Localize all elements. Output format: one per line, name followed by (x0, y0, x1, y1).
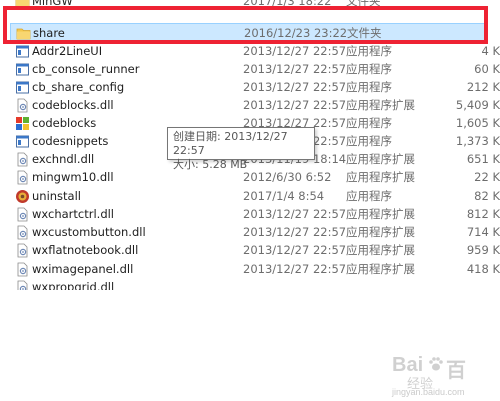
file-type: 应用程序 (346, 62, 392, 76)
file-name: MinGW (32, 0, 73, 8)
dll-icon (15, 225, 30, 240)
tooltip-created-date: 创建日期: 2013/12/27 22:57 (173, 130, 288, 157)
file-name: wxflatnotebook.dll (32, 243, 139, 257)
file-name: codeblocks (32, 116, 97, 130)
file-name: wximagepanel.dll (32, 262, 134, 276)
app-window-icon (15, 44, 30, 59)
file-row[interactable]: uninstall 2017/1/4 8:54 应用程序 82 K (10, 187, 500, 206)
file-size: 1,373 K (455, 134, 500, 148)
dll-icon (15, 207, 30, 222)
file-row[interactable]: wxpropgrid.dll (10, 278, 500, 290)
dll-icon (15, 243, 30, 258)
file-name: wxchartctrl.dll (32, 207, 115, 221)
file-date: 2013/12/27 22:57 (243, 225, 347, 239)
folder-icon (15, 0, 30, 9)
file-row[interactable]: cb_share_config 2013/12/27 22:57 应用程序 212 K (10, 78, 500, 97)
file-date: 2013/12/27 22:57 (243, 243, 347, 257)
uninstall-icon (15, 189, 30, 204)
file-date: 2016/12/23 23:22 (244, 26, 348, 40)
file-name: cb_share_config (32, 80, 125, 94)
app-window-icon (15, 62, 30, 77)
file-size: 714 K (466, 225, 500, 239)
dll-icon (15, 170, 30, 185)
file-name: share (33, 26, 65, 40)
file-size: 212 K (466, 80, 500, 94)
file-date: 2013/12/27 22:57 (243, 80, 347, 94)
file-type: 文件夹 (347, 26, 382, 40)
file-date: 2013/12/27 22:57 (243, 62, 347, 76)
file-size: 4 K (481, 44, 500, 58)
file-size: 60 K (474, 62, 500, 76)
file-date: 2013/12/27 22:57 (243, 44, 347, 58)
file-size: 812 K (466, 207, 500, 221)
file-size: 5,409 K (455, 98, 500, 112)
file-type: 应用程序扩展 (346, 152, 415, 166)
file-type: 应用程序扩展 (346, 262, 415, 276)
file-type: 应用程序扩展 (346, 207, 415, 221)
file-row[interactable]: share 2016/12/23 23:22 文件夹 (10, 23, 485, 42)
file-type: 文件夹 (346, 0, 381, 8)
file-size: 22 K (474, 170, 500, 184)
file-size: 1,605 K (455, 116, 500, 130)
dll-icon (15, 98, 30, 113)
file-name: exchndl.dll (32, 152, 95, 166)
file-date: 2013/12/27 22:57 (243, 262, 347, 276)
file-type: 应用程序 (346, 116, 392, 130)
file-size: 959 K (466, 243, 500, 257)
file-type: 应用程序扩展 (346, 98, 415, 112)
file-size: 651 K (466, 152, 500, 166)
file-type: 应用程序扩展 (346, 170, 415, 184)
file-type: 应用程序 (346, 44, 392, 58)
app-window-icon (15, 80, 30, 95)
file-name: codesnippets (32, 134, 109, 148)
watermark-url: jingyan.baidu.com (392, 387, 465, 397)
file-row[interactable]: wxcustombutton.dll 2013/12/27 22:57 应用程序扩展… (10, 223, 500, 242)
folder-icon (16, 26, 31, 41)
file-row[interactable]: wxflatnotebook.dll 2013/12/27 22:57 应用程序扩展… (10, 241, 500, 260)
file-row[interactable]: wximagepanel.dll 2013/12/27 22:57 应用程序扩展 41… (10, 260, 500, 279)
file-name: Addr2LineUI (32, 44, 103, 58)
dll-icon (15, 280, 30, 290)
file-date: 2017/1/3 18:22 (243, 0, 332, 8)
file-row[interactable]: codeblocks.dll 2013/12/27 22:57 应用程序扩展 5,40… (10, 96, 500, 115)
dll-icon (15, 262, 30, 277)
file-size: 418 K (466, 262, 500, 276)
file-name: mingwm10.dll (32, 170, 114, 184)
file-date: 2013/12/27 22:57 (243, 98, 347, 112)
file-row[interactable]: wxchartctrl.dll 2013/12/27 22:57 应用程序扩展 812… (10, 205, 500, 224)
file-name: wxcustombutton.dll (32, 225, 146, 239)
file-type: 应用程序扩展 (346, 243, 415, 257)
file-size: 82 K (474, 189, 500, 203)
file-name: cb_console_runner (32, 62, 140, 76)
baidu-jingyan-watermark: Bai 百 经验 jingyan.baidu.com (380, 352, 498, 398)
file-row[interactable]: Addr2LineUI 2013/12/27 22:57 应用程序 4 K (10, 42, 500, 61)
paw-icon (429, 357, 443, 371)
file-name: uninstall (32, 189, 81, 203)
codeblocks-icon (15, 116, 30, 131)
tooltip-size: 大小: 5.28 MB (173, 158, 248, 171)
file-name: codeblocks.dll (32, 98, 114, 112)
file-row[interactable]: cb_console_runner 2013/12/27 22:57 应用程序 60 … (10, 60, 500, 79)
dll-icon (15, 152, 30, 167)
file-type: 应用程序 (346, 189, 392, 203)
file-type: 应用程序 (346, 134, 392, 148)
file-date: 2017/1/4 8:54 (243, 189, 325, 203)
file-tooltip: 创建日期: 2013/12/27 22:57 大小: 5.28 MB (167, 127, 315, 171)
file-date: 2013/12/27 22:57 (243, 207, 347, 221)
watermark-brand-tail: 百 (446, 360, 466, 382)
file-type: 应用程序 (346, 80, 392, 94)
file-type: 应用程序扩展 (346, 225, 415, 239)
file-name: wxpropgrid.dll (32, 280, 115, 290)
app-window-icon (15, 134, 30, 149)
file-row[interactable]: MinGW 2017/1/3 18:22 文件夹 (10, 0, 500, 11)
